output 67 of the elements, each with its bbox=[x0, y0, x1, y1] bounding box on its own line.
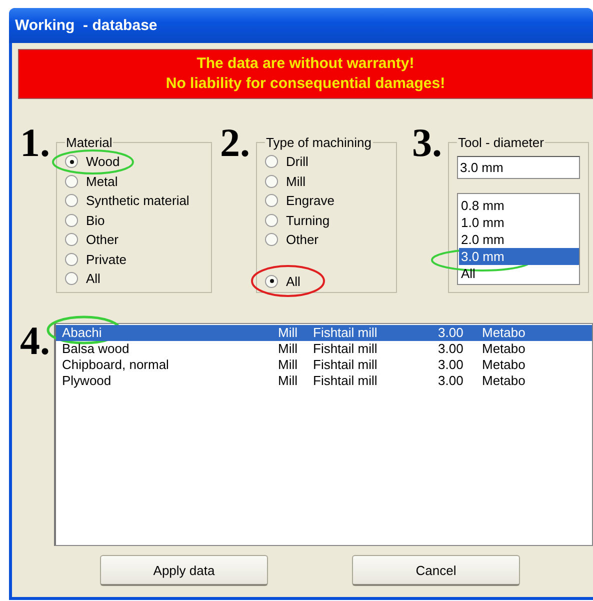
radio-label: Drill bbox=[286, 154, 308, 170]
table-cell-text: Mill bbox=[278, 341, 298, 357]
step-number: 4. bbox=[20, 323, 51, 359]
list-row[interactable]: Abachi Mill Fishtail mill 3.00 Metabo bbox=[56, 325, 592, 341]
radio-label: Other bbox=[86, 232, 119, 248]
list-row[interactable]: Plywood Mill Fishtail mill 3.00 Metabo bbox=[56, 373, 592, 389]
radio-label: All bbox=[286, 274, 300, 289]
radio-button[interactable] bbox=[265, 155, 278, 168]
list-item[interactable]: 3.0 mm bbox=[459, 248, 579, 265]
table-cell-text: Fishtail mill bbox=[313, 341, 378, 357]
radio-label: Engrave bbox=[286, 193, 334, 208]
table-cell-text: Abachi bbox=[61, 325, 103, 341]
radio-button[interactable] bbox=[65, 252, 78, 266]
group-label: Material bbox=[65, 135, 114, 150]
group-label: Type of machining bbox=[265, 135, 373, 150]
radio-label: Wood bbox=[86, 154, 120, 170]
radio-button[interactable] bbox=[65, 233, 78, 246]
table-cell-text: Fishtail mill bbox=[313, 325, 378, 341]
radio-label: Synthetic material bbox=[86, 193, 190, 208]
warning-text: The data are without warranty! bbox=[196, 54, 414, 74]
step-number: 2. bbox=[220, 125, 251, 161]
list-row[interactable]: Chipboard, normal Mill Fishtail mill 3.00 Metabo bbox=[56, 357, 592, 373]
step-number: 1. bbox=[20, 125, 51, 161]
radio-button[interactable] bbox=[65, 155, 78, 168]
table-cell-text: Chipboard, normal bbox=[61, 357, 170, 373]
table-cell-text: Mill bbox=[278, 357, 298, 373]
radio-button[interactable] bbox=[265, 174, 278, 188]
table-cell-text: 3.00 bbox=[438, 341, 464, 357]
table-cell: Metabo bbox=[482, 325, 526, 341]
warning-text: No liability for consequential damages! bbox=[166, 74, 446, 94]
radio-button[interactable] bbox=[265, 214, 278, 227]
radio-label: Turning bbox=[286, 212, 330, 228]
radio-label: Bio bbox=[86, 212, 105, 228]
table-cell-text: 3.00 bbox=[438, 357, 464, 373]
radio-button[interactable] bbox=[65, 194, 78, 208]
radio-button[interactable] bbox=[265, 233, 278, 246]
table-cell-text: Mill bbox=[278, 373, 298, 389]
table-cell-text: 3.00 bbox=[438, 373, 464, 389]
radio-label: Private bbox=[86, 252, 126, 267]
table-cell: Metabo bbox=[482, 357, 526, 373]
radio-button[interactable] bbox=[265, 194, 278, 208]
radio-button[interactable] bbox=[265, 274, 278, 288]
list-row[interactable]: Balsa wood Mill Fishtail mill 3.00 Metabo bbox=[56, 341, 592, 357]
table-cell-text: Fishtail mill bbox=[313, 373, 378, 389]
radio-button[interactable] bbox=[65, 272, 78, 286]
radio-button[interactable] bbox=[65, 214, 78, 227]
list-item[interactable]: 0.8 mm bbox=[459, 197, 579, 214]
group-label: Tool - diameter bbox=[457, 135, 545, 150]
table-cell-text: Fishtail mill bbox=[313, 357, 378, 373]
dialog-button[interactable]: Apply data bbox=[100, 555, 268, 586]
radio-label: Other bbox=[286, 232, 319, 248]
radio-label: All bbox=[86, 271, 100, 286]
step-number: 3. bbox=[412, 125, 443, 161]
list-item[interactable]: 1.0 mm bbox=[459, 214, 579, 231]
table-cell-text: Plywood bbox=[61, 373, 112, 389]
table-cell-text: Balsa wood bbox=[61, 341, 130, 357]
window-title: Working - database bbox=[15, 17, 158, 34]
table-cell-text: Mill bbox=[278, 325, 298, 341]
input-field[interactable]: 3.0 mm bbox=[457, 156, 580, 179]
radio-button[interactable] bbox=[65, 174, 78, 188]
dialog-button[interactable]: Cancel bbox=[352, 555, 520, 586]
table-cell: Metabo bbox=[482, 373, 526, 389]
radio-label: Mill bbox=[286, 174, 306, 189]
table-cell-text: 3.00 bbox=[438, 325, 464, 341]
table-cell: Metabo bbox=[482, 341, 526, 357]
radio-label: Metal bbox=[86, 174, 118, 189]
list-item[interactable]: 2.0 mm bbox=[459, 231, 579, 248]
